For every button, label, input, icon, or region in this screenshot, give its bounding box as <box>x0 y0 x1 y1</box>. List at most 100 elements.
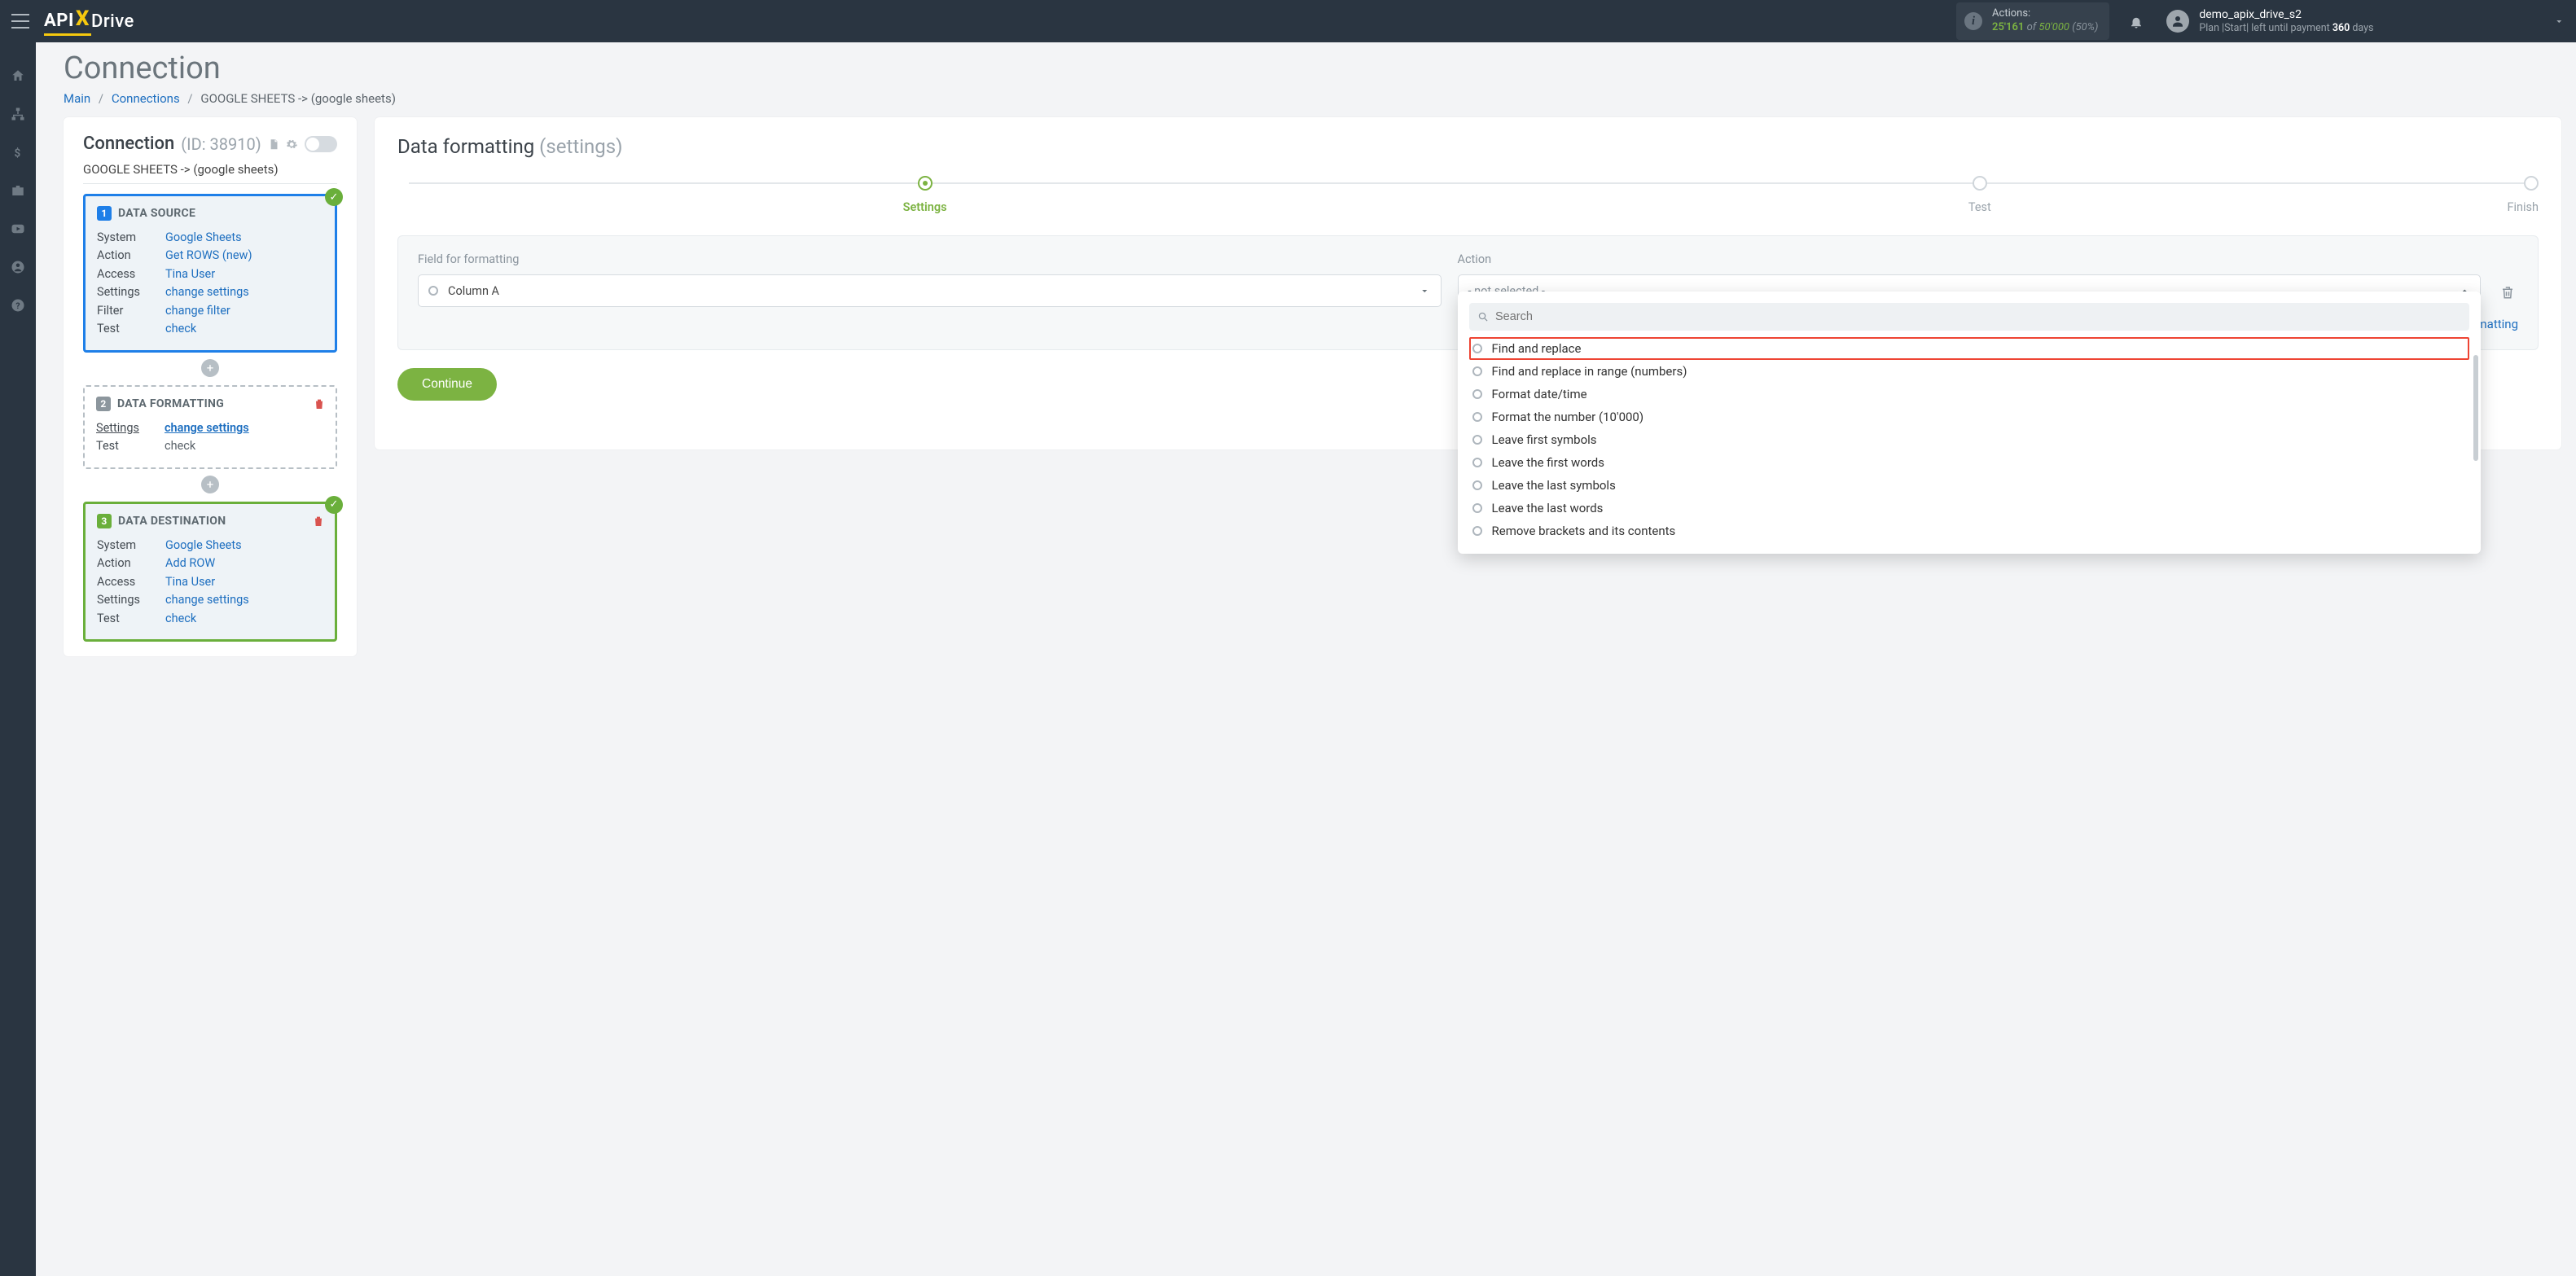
panel-title: Data formatting (settings) <box>397 135 2539 158</box>
user-name: demo_apix_drive_s2 <box>2199 8 2373 22</box>
formatting-settings-panel: Data formatting (settings) Settings Test… <box>375 117 2561 449</box>
dropdown-item[interactable]: Remove brackets and its contents <box>1458 520 2482 542</box>
dropdown-search-input[interactable] <box>1495 310 2461 323</box>
source-test[interactable]: check <box>165 320 196 338</box>
dropdown-item[interactable]: Leave the last symbols <box>1458 474 2482 497</box>
stepper: Settings Test Finish <box>397 176 2539 214</box>
briefcase-icon[interactable] <box>11 182 25 199</box>
check-icon: ✓ <box>325 188 343 206</box>
source-system[interactable]: Google Sheets <box>165 229 242 247</box>
step-dot-test[interactable] <box>1973 176 1987 191</box>
source-filter[interactable]: change filter <box>165 302 230 320</box>
radio-icon <box>1472 389 1482 399</box>
user-icon[interactable] <box>11 258 25 275</box>
actions-badge[interactable]: i Actions: 25'161 of 50'000 (50%) <box>1956 2 2109 40</box>
dropdown-item[interactable]: Leave first symbols <box>1458 428 2482 451</box>
home-icon[interactable] <box>11 67 25 84</box>
logo-drive: Drive <box>91 11 134 32</box>
step-label-settings: Settings <box>397 200 1452 214</box>
dest-test[interactable]: check <box>165 610 196 628</box>
actions-count: 25'161 <box>1992 21 2024 33</box>
connection-toggle[interactable] <box>305 136 337 152</box>
dropdown-item[interactable]: Find and replace <box>1469 337 2470 360</box>
action-label: Action <box>1458 252 2482 266</box>
source-settings[interactable]: change settings <box>165 283 249 301</box>
bell-icon[interactable] <box>2129 13 2144 30</box>
radio-icon <box>428 286 438 296</box>
crumb-main[interactable]: Main <box>64 91 90 106</box>
menu-toggle-icon[interactable] <box>11 14 29 29</box>
radio-icon <box>1472 503 1482 513</box>
connection-id: (ID: 38910) <box>181 134 261 154</box>
actions-pct: (50%) <box>2072 21 2098 33</box>
add-step-button[interactable]: + <box>201 359 219 377</box>
sitemap-icon[interactable] <box>11 105 25 122</box>
dest-settings[interactable]: change settings <box>165 591 249 609</box>
svg-text:$: $ <box>15 147 21 160</box>
data-source-title: DATA SOURCE <box>118 207 195 220</box>
file-icon[interactable] <box>268 137 280 151</box>
trash-icon[interactable] <box>313 395 326 410</box>
formatting-form: Field for formatting Column A Action - n… <box>397 235 2539 350</box>
info-icon: i <box>1964 12 1982 30</box>
svg-text:?: ? <box>15 300 20 311</box>
left-rail: $ ? <box>0 42 36 1276</box>
radio-icon <box>1472 344 1482 353</box>
help-icon[interactable]: ? <box>11 296 25 314</box>
connection-subtitle: GOOGLE SHEETS -> (google sheets) <box>83 162 337 184</box>
dropdown-item[interactable]: Format date/time <box>1458 383 2482 406</box>
dropdown-search[interactable] <box>1469 303 2470 331</box>
field-label: Field for formatting <box>418 252 1442 266</box>
youtube-icon[interactable] <box>11 220 25 237</box>
logo[interactable]: APIXDrive <box>44 7 134 36</box>
user-plan: Plan |Start| left until payment 360 days <box>2199 22 2373 34</box>
gear-icon[interactable] <box>286 137 298 151</box>
dropdown-item[interactable]: Format the number (10'000) <box>1458 406 2482 428</box>
data-destination-box[interactable]: ✓ 3DATA DESTINATION SystemGoogle Sheets … <box>83 502 337 642</box>
page-title: Connection <box>64 50 2561 86</box>
user-menu[interactable]: demo_apix_drive_s2 Plan |Start| left unt… <box>2166 8 2373 34</box>
crumb-current: GOOGLE SHEETS -> (google sheets) <box>200 91 396 106</box>
add-step-button[interactable]: + <box>201 476 219 493</box>
connection-panel: Connection (ID: 38910) GOOGLE SHEETS -> … <box>64 117 357 656</box>
breadcrumb: Main / Connections / GOOGLE SHEETS -> (g… <box>64 91 2561 106</box>
actions-of: of <box>2027 21 2037 33</box>
radio-icon <box>1472 412 1482 422</box>
dest-action[interactable]: Add ROW <box>165 555 215 572</box>
logo-x-icon: X <box>76 7 90 31</box>
search-icon <box>1477 310 1490 324</box>
chevron-down-icon[interactable] <box>2553 15 2565 29</box>
avatar-icon <box>2166 10 2189 33</box>
step-label-test: Test <box>1452 200 2507 214</box>
formatting-settings[interactable]: change settings <box>165 419 249 437</box>
dollar-icon[interactable]: $ <box>11 143 25 160</box>
source-action[interactable]: Get ROWS (new) <box>165 247 252 265</box>
dest-access[interactable]: Tina User <box>165 573 215 591</box>
continue-button[interactable]: Continue <box>397 368 497 401</box>
dropdown-item[interactable]: Find and replace in range (numbers) <box>1458 360 2482 383</box>
radio-icon <box>1472 526 1482 536</box>
check-icon: ✓ <box>325 496 343 514</box>
dest-system[interactable]: Google Sheets <box>165 537 242 555</box>
chevron-down-icon <box>1419 284 1431 298</box>
formatting-test[interactable]: check <box>165 437 195 455</box>
trash-icon[interactable] <box>312 512 325 528</box>
field-value: Column A <box>448 284 1419 298</box>
connection-heading: Connection <box>83 134 174 154</box>
dropdown-item[interactable]: Leave the first words <box>1458 451 2482 474</box>
data-source-box[interactable]: ✓ 1DATA SOURCE SystemGoogle Sheets Actio… <box>83 194 337 353</box>
logo-api: API <box>44 11 74 31</box>
scrollbar[interactable] <box>2473 355 2478 461</box>
dropdown-item[interactable]: Leave the last words <box>1458 497 2482 520</box>
step-dot-finish[interactable] <box>2524 176 2539 191</box>
data-formatting-box[interactable]: 2DATA FORMATTING Settingschange settings… <box>83 385 337 469</box>
action-dropdown: Find and replace Find and replace in ran… <box>1458 292 2482 554</box>
source-access[interactable]: Tina User <box>165 265 215 283</box>
step-dot-settings[interactable] <box>918 176 933 191</box>
field-select[interactable]: Column A <box>418 274 1442 307</box>
step-label-finish: Finish <box>2507 200 2539 214</box>
radio-icon <box>1472 480 1482 490</box>
delete-row-icon[interactable] <box>2497 277 2518 307</box>
actions-total: 50'000 <box>2038 21 2069 33</box>
crumb-connections[interactable]: Connections <box>112 91 180 106</box>
